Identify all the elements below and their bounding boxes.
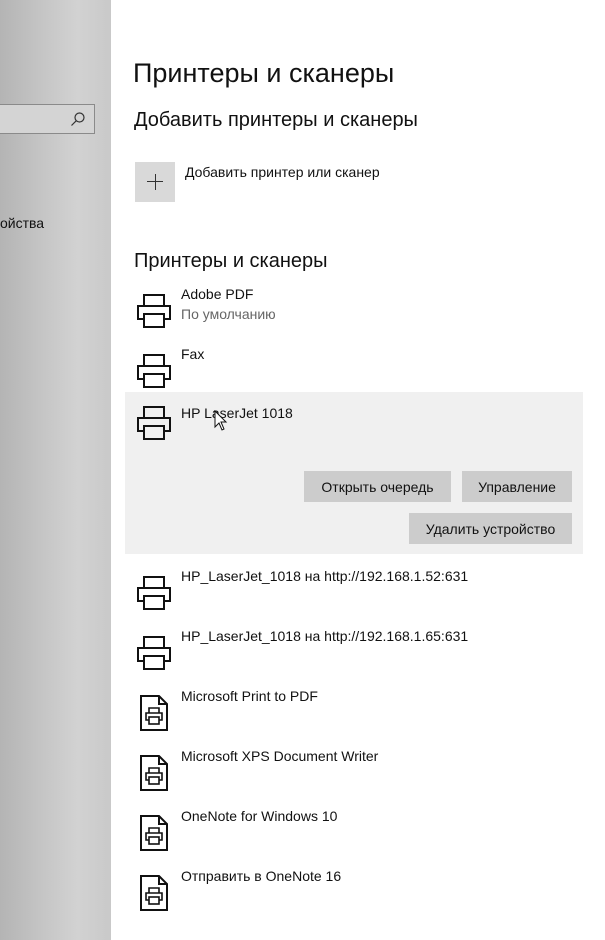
device-item-onenote-win10[interactable]: OneNote for Windows 10 (125, 806, 583, 866)
device-item-hp-network-52[interactable]: HP_LaserJet_1018 на http://192.168.1.52:… (125, 566, 583, 626)
device-item-hp-network-65[interactable]: HP_LaserJet_1018 на http://192.168.1.65:… (125, 626, 583, 686)
document-printer-icon (140, 815, 168, 851)
main-panel: Принтеры и сканеры Добавить принтеры и с… (111, 0, 605, 940)
sidebar: ойства (0, 0, 111, 940)
device-name: Fax (181, 346, 205, 362)
device-name: Microsoft Print to PDF (181, 688, 318, 704)
device-item-ms-xps-writer[interactable]: Microsoft XPS Document Writer (125, 746, 583, 806)
device-status: По умолчанию (181, 306, 276, 322)
device-name: Отправить в OneNote 16 (181, 868, 342, 884)
remove-device-button[interactable]: Удалить устройство (409, 513, 572, 544)
document-printer-icon (140, 875, 168, 911)
add-section-title: Добавить принтеры и сканеры (134, 109, 418, 131)
device-item-adobe-pdf[interactable]: Adobe PDF По умолчанию (125, 284, 583, 344)
search-icon[interactable] (70, 111, 86, 127)
manage-button[interactable]: Управление (462, 471, 572, 502)
search-input[interactable] (0, 104, 95, 134)
document-printer-icon (140, 755, 168, 791)
printer-icon (137, 354, 171, 388)
add-device-button[interactable] (135, 162, 175, 202)
add-device-label[interactable]: Добавить принтер или сканер (185, 164, 380, 180)
printer-icon (137, 406, 171, 440)
printer-icon (137, 636, 171, 670)
device-item-hp-laserjet-1018[interactable]: HP LaserJet 1018 Открыть очередь Управле… (125, 392, 583, 554)
device-item-send-to-onenote-16[interactable]: Отправить в OneNote 16 (125, 866, 583, 926)
devices-section-title: Принтеры и сканеры (134, 250, 328, 272)
mouse-cursor-icon (214, 410, 228, 431)
page-title: Принтеры и сканеры (133, 58, 395, 88)
device-name: HP_LaserJet_1018 на http://192.168.1.52:… (181, 568, 469, 584)
device-name: Microsoft XPS Document Writer (181, 748, 379, 764)
device-name: HP_LaserJet_1018 на http://192.168.1.65:… (181, 628, 469, 644)
open-queue-button[interactable]: Открыть очередь (304, 471, 451, 502)
printer-icon (137, 294, 171, 328)
device-name: HP LaserJet 1018 (181, 405, 293, 421)
sidebar-item-devices[interactable]: ойства (0, 215, 44, 231)
document-printer-icon (140, 695, 168, 731)
device-name: Adobe PDF (181, 286, 254, 302)
device-item-ms-print-to-pdf[interactable]: Microsoft Print to PDF (125, 686, 583, 746)
printer-icon (137, 576, 171, 610)
device-name: OneNote for Windows 10 (181, 808, 338, 824)
